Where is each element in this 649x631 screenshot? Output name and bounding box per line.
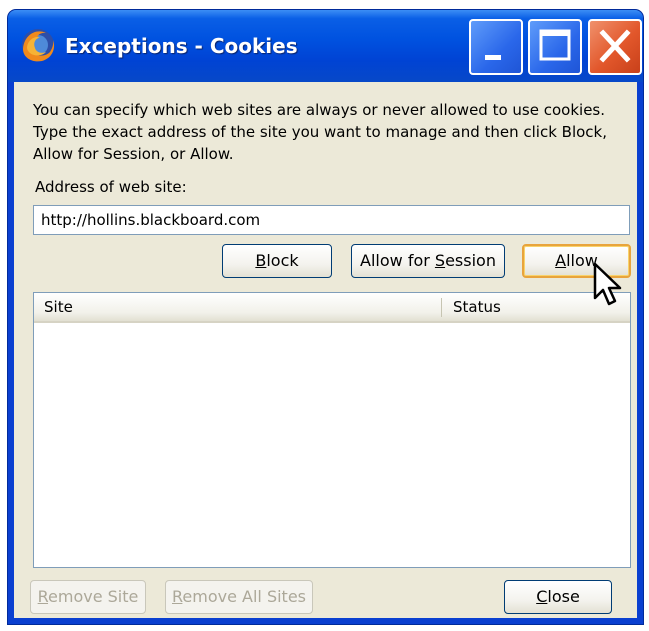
allow-for-session-button[interactable]: Allow for Session	[351, 244, 505, 278]
close-icon	[599, 29, 631, 63]
column-header-status[interactable]: Status	[453, 298, 501, 316]
maximize-icon	[539, 29, 571, 61]
firefox-icon	[18, 25, 58, 65]
column-divider[interactable]	[441, 298, 442, 317]
close-window-button[interactable]	[588, 19, 642, 75]
address-label: Address of web site:	[35, 178, 187, 196]
column-header-site[interactable]: Site	[44, 298, 73, 316]
minimize-icon	[485, 55, 501, 60]
maximize-button[interactable]	[528, 19, 582, 75]
window-title: Exceptions - Cookies	[65, 34, 298, 58]
list-header: Site Status	[34, 293, 630, 323]
exceptions-list[interactable]: Site Status	[33, 292, 631, 568]
remove-site-button[interactable]: Remove Site	[30, 580, 146, 614]
instructions-text: You can specify which web sites are alwa…	[33, 101, 607, 163]
dialog-window: Exceptions - Cookies You can specify whi…	[8, 10, 643, 624]
block-button[interactable]: Block	[222, 244, 332, 278]
remove-all-sites-button[interactable]: Remove All Sites	[165, 580, 313, 614]
close-button[interactable]: Close	[504, 580, 612, 614]
mouse-pointer-icon	[593, 262, 622, 306]
title-bar[interactable]: Exceptions - Cookies	[8, 10, 643, 82]
minimize-button[interactable]	[469, 19, 523, 75]
address-input[interactable]	[33, 205, 630, 235]
dialog-body: You can specify which web sites are alwa…	[14, 82, 637, 618]
